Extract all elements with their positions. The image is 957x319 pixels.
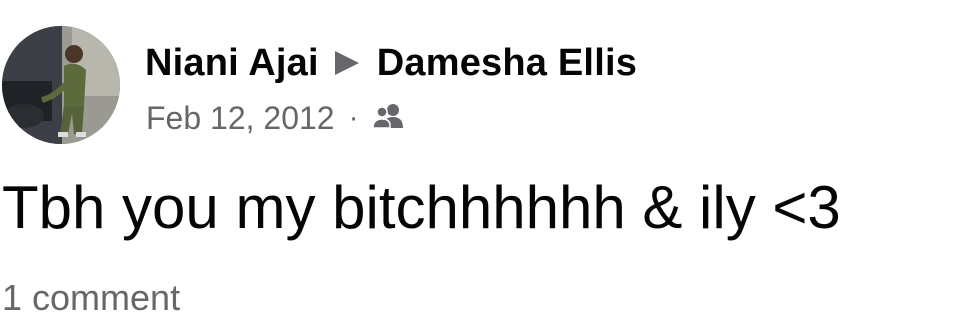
post-card: Niani Ajai Damesha Ellis Feb 12, 2012 · … [0, 0, 957, 319]
comments-count-link[interactable]: 1 comment [2, 275, 180, 319]
post-date[interactable]: Feb 12, 2012 [146, 100, 335, 137]
right-triangle-arrow-icon [334, 51, 359, 75]
recipient-name[interactable]: Damesha Ellis [377, 42, 637, 85]
post-body-text: Tbh you my bitchhhhhh & ily <3 [2, 174, 841, 241]
author-name[interactable]: Niani Ajai [145, 42, 319, 85]
author-avatar[interactable] [2, 26, 120, 144]
friends-icon[interactable] [371, 102, 407, 135]
meta-separator: · [348, 101, 359, 134]
post-header: Niani Ajai Damesha Ellis [145, 36, 637, 90]
post-meta: Feb 12, 2012 · [146, 96, 407, 140]
avatar-photo-icon [2, 26, 120, 144]
